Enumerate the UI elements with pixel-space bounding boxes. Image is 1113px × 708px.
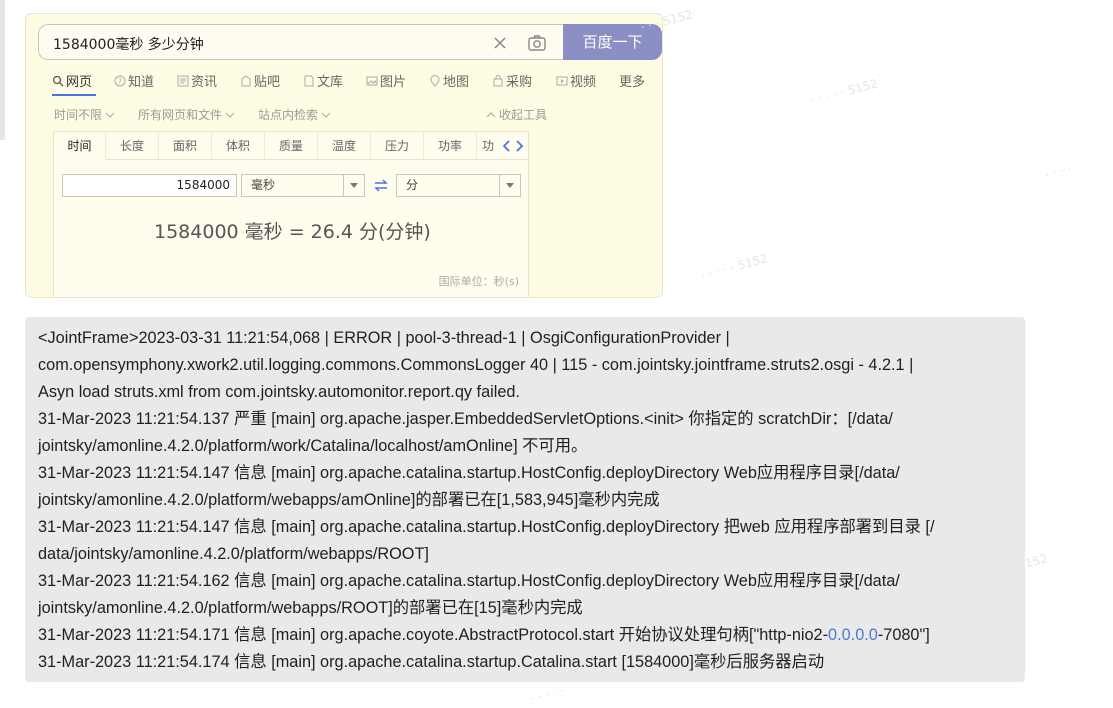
caret-down-icon bbox=[506, 183, 514, 188]
tab-wenku[interactable]: 文库 bbox=[303, 71, 343, 90]
log-line: 31-Mar-2023 11:21:54.162 信息 [main] org.a… bbox=[38, 572, 900, 590]
search-button[interactable]: 百度一下 bbox=[563, 24, 662, 60]
from-unit-value: 毫秒 bbox=[251, 178, 276, 192]
search-icon bbox=[52, 75, 64, 86]
log-line: 31-Mar-2023 11:21:54.147 信息 [main] org.a… bbox=[38, 464, 900, 482]
log-line: jointsky/amonline.4.2.0/platform/webapps… bbox=[38, 491, 660, 509]
swap-icon[interactable] bbox=[374, 179, 388, 192]
shop-icon bbox=[493, 74, 503, 86]
unit-tab-time[interactable]: 时间 bbox=[54, 132, 106, 160]
collapse-tools-label: 收起工具 bbox=[499, 108, 548, 122]
log-line: com.opensymphony.xwork2.util.logging.com… bbox=[38, 356, 914, 374]
si-unit-note: 国际单位：秒(s) bbox=[438, 275, 519, 288]
from-unit-select[interactable]: 毫秒 bbox=[241, 174, 365, 197]
tab-scroll-arrows bbox=[502, 139, 524, 153]
chevron-down-icon bbox=[105, 112, 115, 118]
chevron-left-icon[interactable] bbox=[502, 139, 512, 153]
site-search-label: 站点内检索 bbox=[258, 108, 319, 122]
active-tab-underline bbox=[52, 94, 96, 96]
tab-label: 地图 bbox=[443, 75, 470, 90]
chevron-up-icon bbox=[486, 111, 496, 117]
tab-zhidao[interactable]: ? 知道 bbox=[114, 71, 154, 90]
log-line: Asyn load struts.xml from com.jointsky.a… bbox=[38, 383, 520, 401]
to-unit-value: 分 bbox=[406, 178, 419, 192]
time-filter-dropdown[interactable]: 时间不限 bbox=[54, 106, 115, 123]
scope-filter-dropdown[interactable]: 所有网页和文件 bbox=[138, 106, 235, 123]
unit-tab-work[interactable]: 功 bbox=[477, 132, 499, 160]
tab-map[interactable]: 地图 bbox=[429, 71, 469, 90]
unit-converter: 时间 长度 面积 体积 质量 温度 压力 功率 功 1584000 毫秒 分 1… bbox=[53, 131, 529, 298]
tab-label: 贴吧 bbox=[254, 75, 281, 90]
tab-label: 图片 bbox=[380, 75, 407, 90]
tieba-icon bbox=[241, 74, 251, 86]
watermark: · · · · bbox=[1043, 161, 1074, 183]
collapse-tools-button[interactable]: 收起工具 bbox=[486, 106, 547, 123]
doc-icon bbox=[304, 75, 314, 86]
search-screenshot-card: 1584000毫秒 多少分钟 百度一下 网页 ? 知道 资讯 贴吧 文库 图片 … bbox=[25, 13, 663, 298]
ip-address-link[interactable]: 0.0.0.0 bbox=[828, 626, 878, 644]
tab-label: 更多 bbox=[619, 75, 646, 90]
news-icon bbox=[177, 75, 189, 86]
unit-tab-power[interactable]: 功率 bbox=[424, 132, 477, 160]
watermark: · · · · · 5152 bbox=[699, 251, 770, 283]
log-text: -7080"] bbox=[877, 626, 930, 644]
chevron-down-icon bbox=[321, 112, 331, 118]
tab-video[interactable]: 视频 bbox=[556, 71, 596, 90]
log-line: 31-Mar-2023 11:21:54.137 严重 [main] org.a… bbox=[38, 410, 893, 428]
log-line: data/jointsky/amonline.4.2.0/platform/we… bbox=[38, 545, 429, 563]
tab-label: 网页 bbox=[66, 75, 93, 90]
tab-label: 知道 bbox=[128, 75, 155, 90]
log-line-protocol: 31-Mar-2023 11:21:54.171 信息 [main] org.a… bbox=[38, 622, 1013, 649]
question-icon: ? bbox=[114, 75, 126, 86]
log-line: jointsky/amonline.4.2.0/platform/work/Ca… bbox=[38, 437, 588, 455]
svg-text:?: ? bbox=[118, 77, 122, 86]
log-line: 31-Mar-2023 11:21:54.174 信息 [main] org.a… bbox=[38, 653, 825, 671]
site-search-dropdown[interactable]: 站点内检索 bbox=[258, 106, 331, 123]
convert-value-input[interactable]: 1584000 bbox=[62, 174, 237, 197]
map-pin-icon bbox=[430, 74, 440, 87]
tab-purchase[interactable]: 采购 bbox=[492, 71, 532, 90]
watermark: · · · · · 5152 bbox=[809, 76, 880, 108]
camera-icon[interactable] bbox=[527, 33, 547, 53]
log-lines: <JointFrame>2023-03-31 11:21:54,068 | ER… bbox=[38, 325, 1013, 676]
tab-images[interactable]: 图片 bbox=[366, 71, 406, 90]
unit-tab-mass[interactable]: 质量 bbox=[265, 132, 318, 160]
log-line: 31-Mar-2023 11:21:54.147 信息 [main] org.a… bbox=[38, 518, 935, 536]
left-edge-strip bbox=[0, 0, 5, 140]
tab-label: 视频 bbox=[570, 75, 597, 90]
conversion-result: 1584000 毫秒 = 26.4 分(分钟) bbox=[154, 221, 431, 243]
video-icon bbox=[556, 76, 568, 85]
log-line: <JointFrame>2023-03-31 11:21:54,068 | ER… bbox=[38, 329, 730, 347]
log-line: jointsky/amonline.4.2.0/platform/webapps… bbox=[38, 599, 583, 617]
log-output-panel: <JointFrame>2023-03-31 11:21:54,068 | ER… bbox=[25, 317, 1025, 682]
image-icon bbox=[366, 76, 378, 85]
tab-news[interactable]: 资讯 bbox=[177, 71, 217, 90]
search-input[interactable]: 1584000毫秒 多少分钟 bbox=[38, 24, 563, 60]
chevron-down-icon bbox=[225, 112, 235, 118]
time-filter-label: 时间不限 bbox=[54, 108, 103, 122]
unit-tab-volume[interactable]: 体积 bbox=[212, 132, 265, 160]
log-text: 31-Mar-2023 11:21:54.171 信息 [main] org.a… bbox=[38, 626, 829, 644]
unit-tab-pressure[interactable]: 压力 bbox=[371, 132, 424, 160]
to-unit-select[interactable]: 分 bbox=[396, 174, 521, 197]
tab-more[interactable]: 更多 bbox=[619, 71, 645, 90]
chevron-right-icon[interactable] bbox=[514, 139, 524, 153]
tab-label: 文库 bbox=[317, 75, 344, 90]
unit-category-tabs: 时间 长度 面积 体积 质量 温度 压力 功率 功 bbox=[54, 132, 528, 160]
tab-label: 采购 bbox=[506, 75, 533, 90]
tab-web[interactable]: 网页 bbox=[52, 71, 92, 90]
unit-tab-area[interactable]: 面积 bbox=[159, 132, 212, 160]
unit-tab-length[interactable]: 长度 bbox=[106, 132, 159, 160]
clear-icon[interactable] bbox=[491, 34, 509, 52]
caret-down-icon bbox=[350, 183, 358, 188]
search-query-text: 1584000毫秒 多少分钟 bbox=[53, 37, 204, 53]
scope-filter-label: 所有网页和文件 bbox=[138, 108, 223, 122]
unit-tab-temperature[interactable]: 温度 bbox=[318, 132, 371, 160]
watermark: · · · · · bbox=[528, 683, 566, 707]
tab-label: 资讯 bbox=[191, 75, 218, 90]
tab-tieba[interactable]: 贴吧 bbox=[240, 71, 280, 90]
